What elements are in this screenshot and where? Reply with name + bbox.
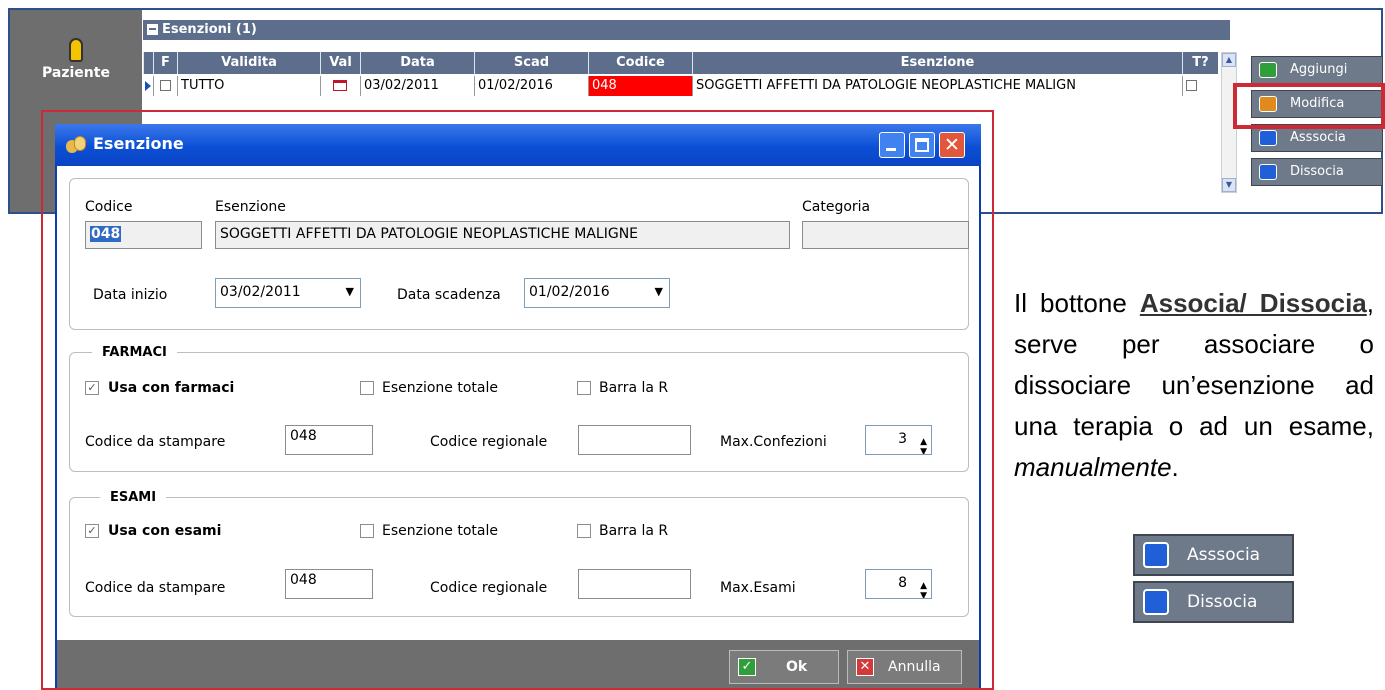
grid-section-header[interactable]: Esenzioni (1) [143, 20, 1230, 40]
column-header-scad[interactable]: Scad [474, 52, 588, 74]
column-header-val[interactable]: Val [320, 52, 360, 74]
column-header-data[interactable]: Data [360, 52, 474, 74]
column-header-codice[interactable]: Codice [588, 52, 692, 74]
preview-associa-button: Asssocia [1133, 534, 1294, 576]
collapse-icon[interactable] [147, 24, 158, 35]
row-f-checkbox[interactable] [153, 76, 177, 96]
aggiungi-button[interactable]: Aggiungi [1251, 56, 1383, 84]
table-header: F Validita Val Data Scad Codice Esenzion… [143, 52, 1218, 74]
column-header-f[interactable]: F [153, 52, 177, 74]
grid-title: Esenzioni (1) [162, 22, 257, 37]
row-data: 03/02/2011 [360, 76, 474, 96]
plus-icon [1143, 542, 1169, 568]
row-validita: TUTTO [177, 76, 320, 96]
dissocia-label: Dissocia [1290, 164, 1344, 179]
explanation-text: Il bottone Associa/ Dissocia, serve per … [1014, 283, 1374, 488]
table-row[interactable]: TUTTO 03/02/2011 01/02/2016 048 SOGGETTI… [143, 76, 1218, 96]
plus-icon [1259, 130, 1277, 146]
scroll-down-icon[interactable]: ▼ [1222, 178, 1236, 192]
row-esenzione: SOGGETTI AFFETTI DA PATOLOGIE NEOPLASTIC… [692, 76, 1182, 96]
nav-paziente-label: Paziente [42, 65, 110, 81]
explanation-bold: Associa/ Dissocia [1139, 288, 1367, 318]
dissocia-button[interactable]: Dissocia [1251, 158, 1383, 186]
modifica-highlight-frame [1233, 83, 1385, 129]
preview-associa-label: Asssocia [1187, 545, 1261, 565]
calendar-icon[interactable] [320, 76, 360, 96]
minus-icon [1143, 589, 1169, 615]
preview-dissocia-label: Dissocia [1187, 592, 1258, 612]
add-icon [1259, 62, 1277, 78]
nav-paziente-button[interactable]: Paziente [10, 38, 142, 81]
explanation-part-1: Il bottone [1014, 288, 1140, 318]
explanation-italic: manualmente [1014, 452, 1172, 482]
row-pointer-icon [143, 76, 153, 96]
column-header-validita[interactable]: Validita [177, 52, 320, 74]
scroll-up-icon[interactable]: ▲ [1222, 53, 1236, 67]
person-icon [69, 38, 83, 62]
minus-icon [1259, 164, 1277, 180]
explanation-part-3: . [1171, 452, 1179, 482]
row-indicator-header [143, 52, 153, 74]
row-scad: 01/02/2016 [474, 76, 588, 96]
dialog-highlight-frame [41, 110, 994, 690]
associa-label: Asssocia [1290, 130, 1346, 145]
row-t-checkbox[interactable] [1182, 76, 1218, 96]
aggiungi-label: Aggiungi [1290, 62, 1348, 77]
column-header-t[interactable]: T? [1182, 52, 1218, 74]
preview-dissocia-button: Dissocia [1133, 581, 1294, 623]
row-codice: 048 [588, 76, 692, 96]
column-header-esenzione[interactable]: Esenzione [692, 52, 1182, 74]
